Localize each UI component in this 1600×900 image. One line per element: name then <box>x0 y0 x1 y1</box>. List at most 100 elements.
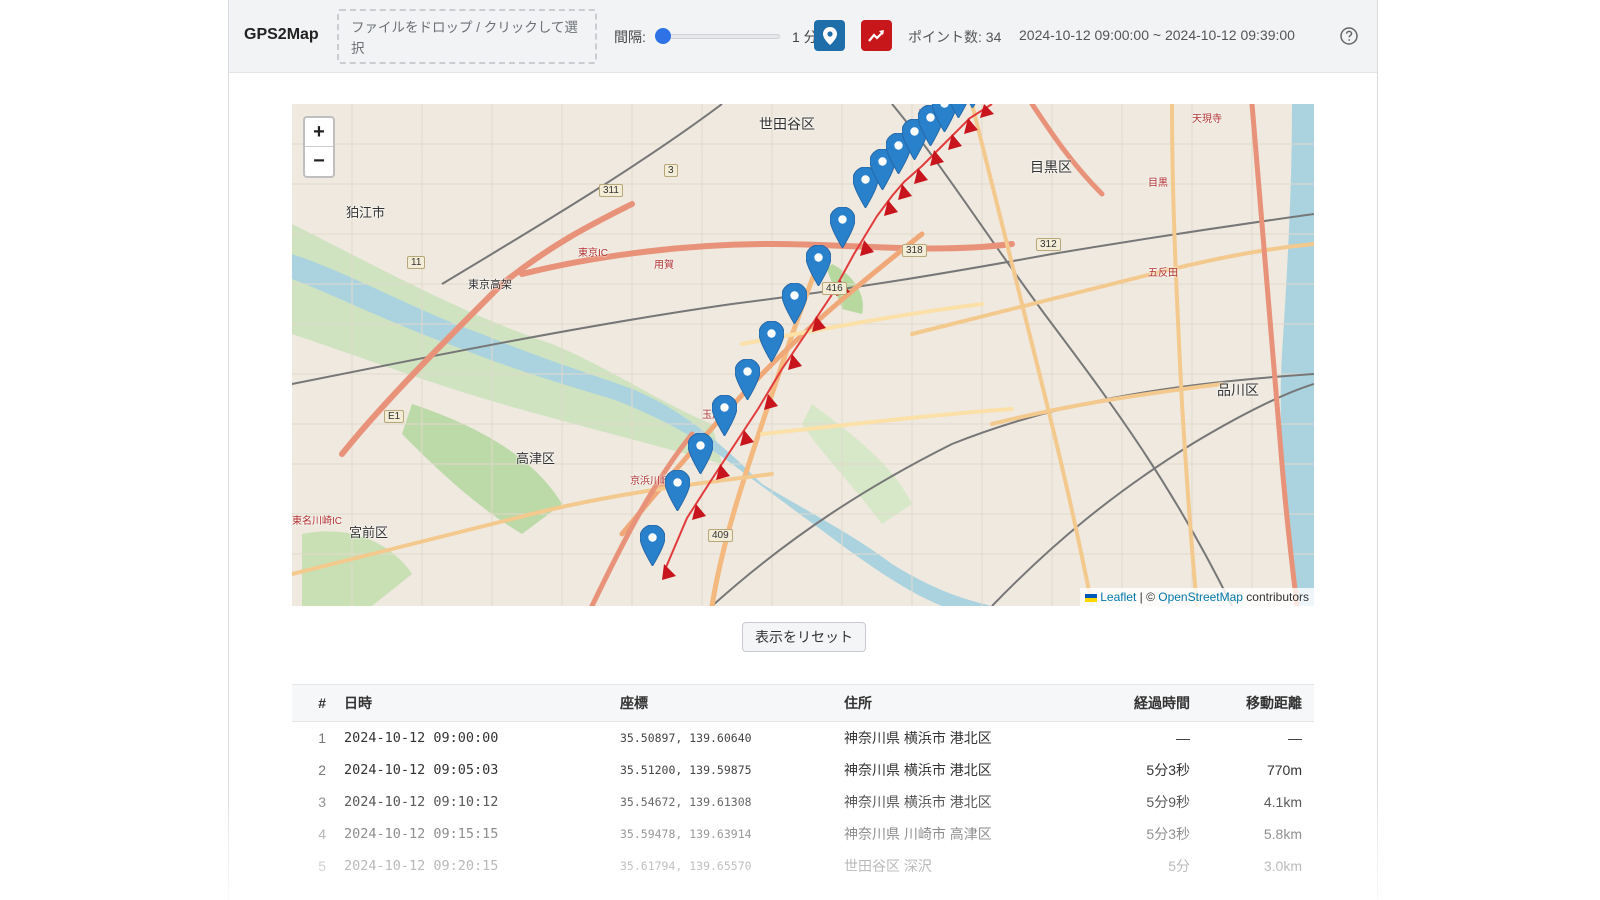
help-button[interactable] <box>1339 26 1359 46</box>
map-label-shinagawa: 品川区 <box>1217 382 1259 398</box>
row-elapsed: 5分3秒 <box>1146 826 1190 842</box>
map-label-tomei: 東名川崎IC <box>292 516 342 527</box>
zoom-out-button[interactable]: − <box>305 147 333 176</box>
route-marker-icon[interactable] <box>758 320 785 363</box>
toggle-markers-button[interactable] <box>814 20 845 51</box>
route-marker-icon[interactable] <box>711 394 738 437</box>
leaflet-link[interactable]: Leaflet <box>1100 590 1136 604</box>
row-coord: 35.50897, 139.60640 <box>620 731 752 745</box>
slider-thumb[interactable] <box>655 28 671 44</box>
row-num: 1 <box>318 730 326 746</box>
help-circle-icon <box>1340 27 1358 45</box>
road-shield-318: 318 <box>902 244 927 257</box>
zoom-control: + − <box>303 116 335 178</box>
row-time: 2024-10-12 09:10:12 <box>344 794 499 810</box>
row-addr: 神奈川県 横浜市 港北区 <box>844 730 992 746</box>
map-label-komae: 狛江市 <box>346 205 386 220</box>
interval-label: 間隔: <box>614 29 646 45</box>
col-elapsed: 経過時間 <box>1134 695 1190 711</box>
row-coord: 35.51200, 139.59875 <box>620 763 752 777</box>
app-frame: GPS2Map ファイルをドロップ / クリックして選択 間隔: 1 分 ポイン… <box>228 0 1378 900</box>
point-count: ポイント数: 34 <box>908 29 1002 45</box>
attribution-sep: | © <box>1136 590 1159 604</box>
row-time: 2024-10-12 09:05:03 <box>344 762 499 778</box>
route-marker-icon[interactable] <box>960 104 985 109</box>
reset-view-button[interactable]: 表示をリセット <box>742 622 866 652</box>
route-marker-icon[interactable] <box>805 244 832 287</box>
road-shield-409: 409 <box>708 529 733 542</box>
file-dropzone[interactable]: ファイルをドロップ / クリックして選択 <box>337 9 597 64</box>
road-shield-e1: E1 <box>384 410 405 423</box>
route-marker-icon[interactable] <box>687 432 714 475</box>
table-row[interactable]: 4 2024-10-12 09:15:15 35.59478, 139.6391… <box>292 818 1314 850</box>
map-label-gotanda: 五反田 <box>1148 268 1178 279</box>
route-marker-icon[interactable] <box>781 282 808 325</box>
col-num: # <box>318 695 326 711</box>
map-attribution: Leaflet | © OpenStreetMap contributors <box>1080 588 1314 606</box>
col-coord: 座標 <box>620 695 648 711</box>
row-elapsed: — <box>1176 730 1190 746</box>
row-elapsed: 5分3秒 <box>1146 762 1190 778</box>
row-coord: 35.54672, 139.61308 <box>620 795 752 809</box>
trend-line-icon <box>867 29 884 42</box>
row-num: 4 <box>318 826 326 842</box>
map-label-keihin: 京浜川崎 <box>630 476 670 487</box>
table-row[interactable]: 1 2024-10-12 09:00:00 35.50897, 139.6064… <box>292 722 1314 754</box>
road-shield-311: 311 <box>599 184 623 197</box>
road-shield-11: 11 <box>407 256 426 269</box>
map-view[interactable]: 世田谷区 目黒区 品川区 狛江市 高津区 宮前区 東京高架 玉川 京浜川崎 用賀… <box>292 104 1314 606</box>
row-num: 3 <box>318 794 326 810</box>
col-addr: 住所 <box>844 695 872 711</box>
row-time: 2024-10-12 09:00:00 <box>344 730 499 746</box>
map-label-tokyo-ic: 東京IC <box>578 248 608 259</box>
map-label-miyamae: 宮前区 <box>349 525 389 540</box>
row-num: 2 <box>318 762 326 778</box>
time-range: 2024-10-12 09:00:00 ~ 2024-10-12 09:39:0… <box>1019 27 1295 43</box>
road-shield-312: 312 <box>1036 238 1061 251</box>
map-label-tokyo-kosoku: 東京高架 <box>468 279 512 291</box>
row-time: 2024-10-12 09:15:15 <box>344 826 499 842</box>
row-dist: 5.8km <box>1263 826 1302 842</box>
route-marker-icon[interactable] <box>639 524 666 567</box>
map-label-takatsu: 高津区 <box>516 451 556 466</box>
row-dist: 770m <box>1266 762 1302 778</box>
map-label-tenjin: 天現寺 <box>1192 114 1222 125</box>
col-dist: 移動距離 <box>1246 695 1302 711</box>
zoom-in-button[interactable]: + <box>305 118 333 147</box>
row-elapsed: 5分 <box>1168 858 1190 874</box>
row-coord: 35.61794, 139.65570 <box>620 859 752 873</box>
map-label-meguro: 目黒区 <box>1030 159 1072 175</box>
row-addr: 神奈川県 川崎市 高津区 <box>844 826 992 842</box>
route-marker-icon[interactable] <box>664 469 691 512</box>
toggle-route-button[interactable] <box>861 20 892 51</box>
table-header: # 日時 座標 住所 経過時間 移動距離 <box>292 684 1314 722</box>
table-row[interactable]: 3 2024-10-12 09:10:12 35.54672, 139.6130… <box>292 786 1314 818</box>
slider-track <box>655 34 780 39</box>
row-addr: 神奈川県 横浜市 港北区 <box>844 762 992 778</box>
row-time: 2024-10-12 09:20:15 <box>344 858 499 874</box>
row-dist: 4.1km <box>1263 794 1302 810</box>
row-dist: — <box>1288 730 1302 746</box>
points-table: # 日時 座標 住所 経過時間 移動距離 1 2024-10-12 09:00:… <box>292 684 1314 882</box>
row-num: 5 <box>318 858 326 874</box>
row-dist: 3.0km <box>1263 858 1302 874</box>
col-time: 日時 <box>344 695 372 711</box>
map-label-setagaya: 世田谷区 <box>759 116 815 132</box>
table-row[interactable]: 2 2024-10-12 09:05:03 35.51200, 139.5987… <box>292 754 1314 786</box>
osm-link[interactable]: OpenStreetMap <box>1158 590 1243 604</box>
ukraine-flag-icon <box>1085 593 1098 602</box>
row-coord: 35.59478, 139.63914 <box>620 827 752 841</box>
row-addr: 神奈川県 横浜市 港北区 <box>844 794 992 810</box>
toolbar: GPS2Map ファイルをドロップ / クリックして選択 間隔: 1 分 ポイン… <box>229 0 1377 73</box>
interval-slider[interactable] <box>655 28 780 44</box>
row-addr: 世田谷区 深沢 <box>844 858 932 874</box>
route-marker-icon[interactable] <box>829 206 856 249</box>
map-label-meguro-c: 目黒 <box>1148 178 1168 189</box>
route-marker-icon[interactable] <box>734 358 761 401</box>
row-elapsed: 5分9秒 <box>1146 794 1190 810</box>
app-title: GPS2Map <box>244 26 319 43</box>
map-label-yoga: 用賀 <box>654 260 674 271</box>
road-shield-3: 3 <box>664 164 678 177</box>
attribution-contributors: contributors <box>1242 590 1309 604</box>
table-row[interactable]: 5 2024-10-12 09:20:15 35.61794, 139.6557… <box>292 850 1314 882</box>
